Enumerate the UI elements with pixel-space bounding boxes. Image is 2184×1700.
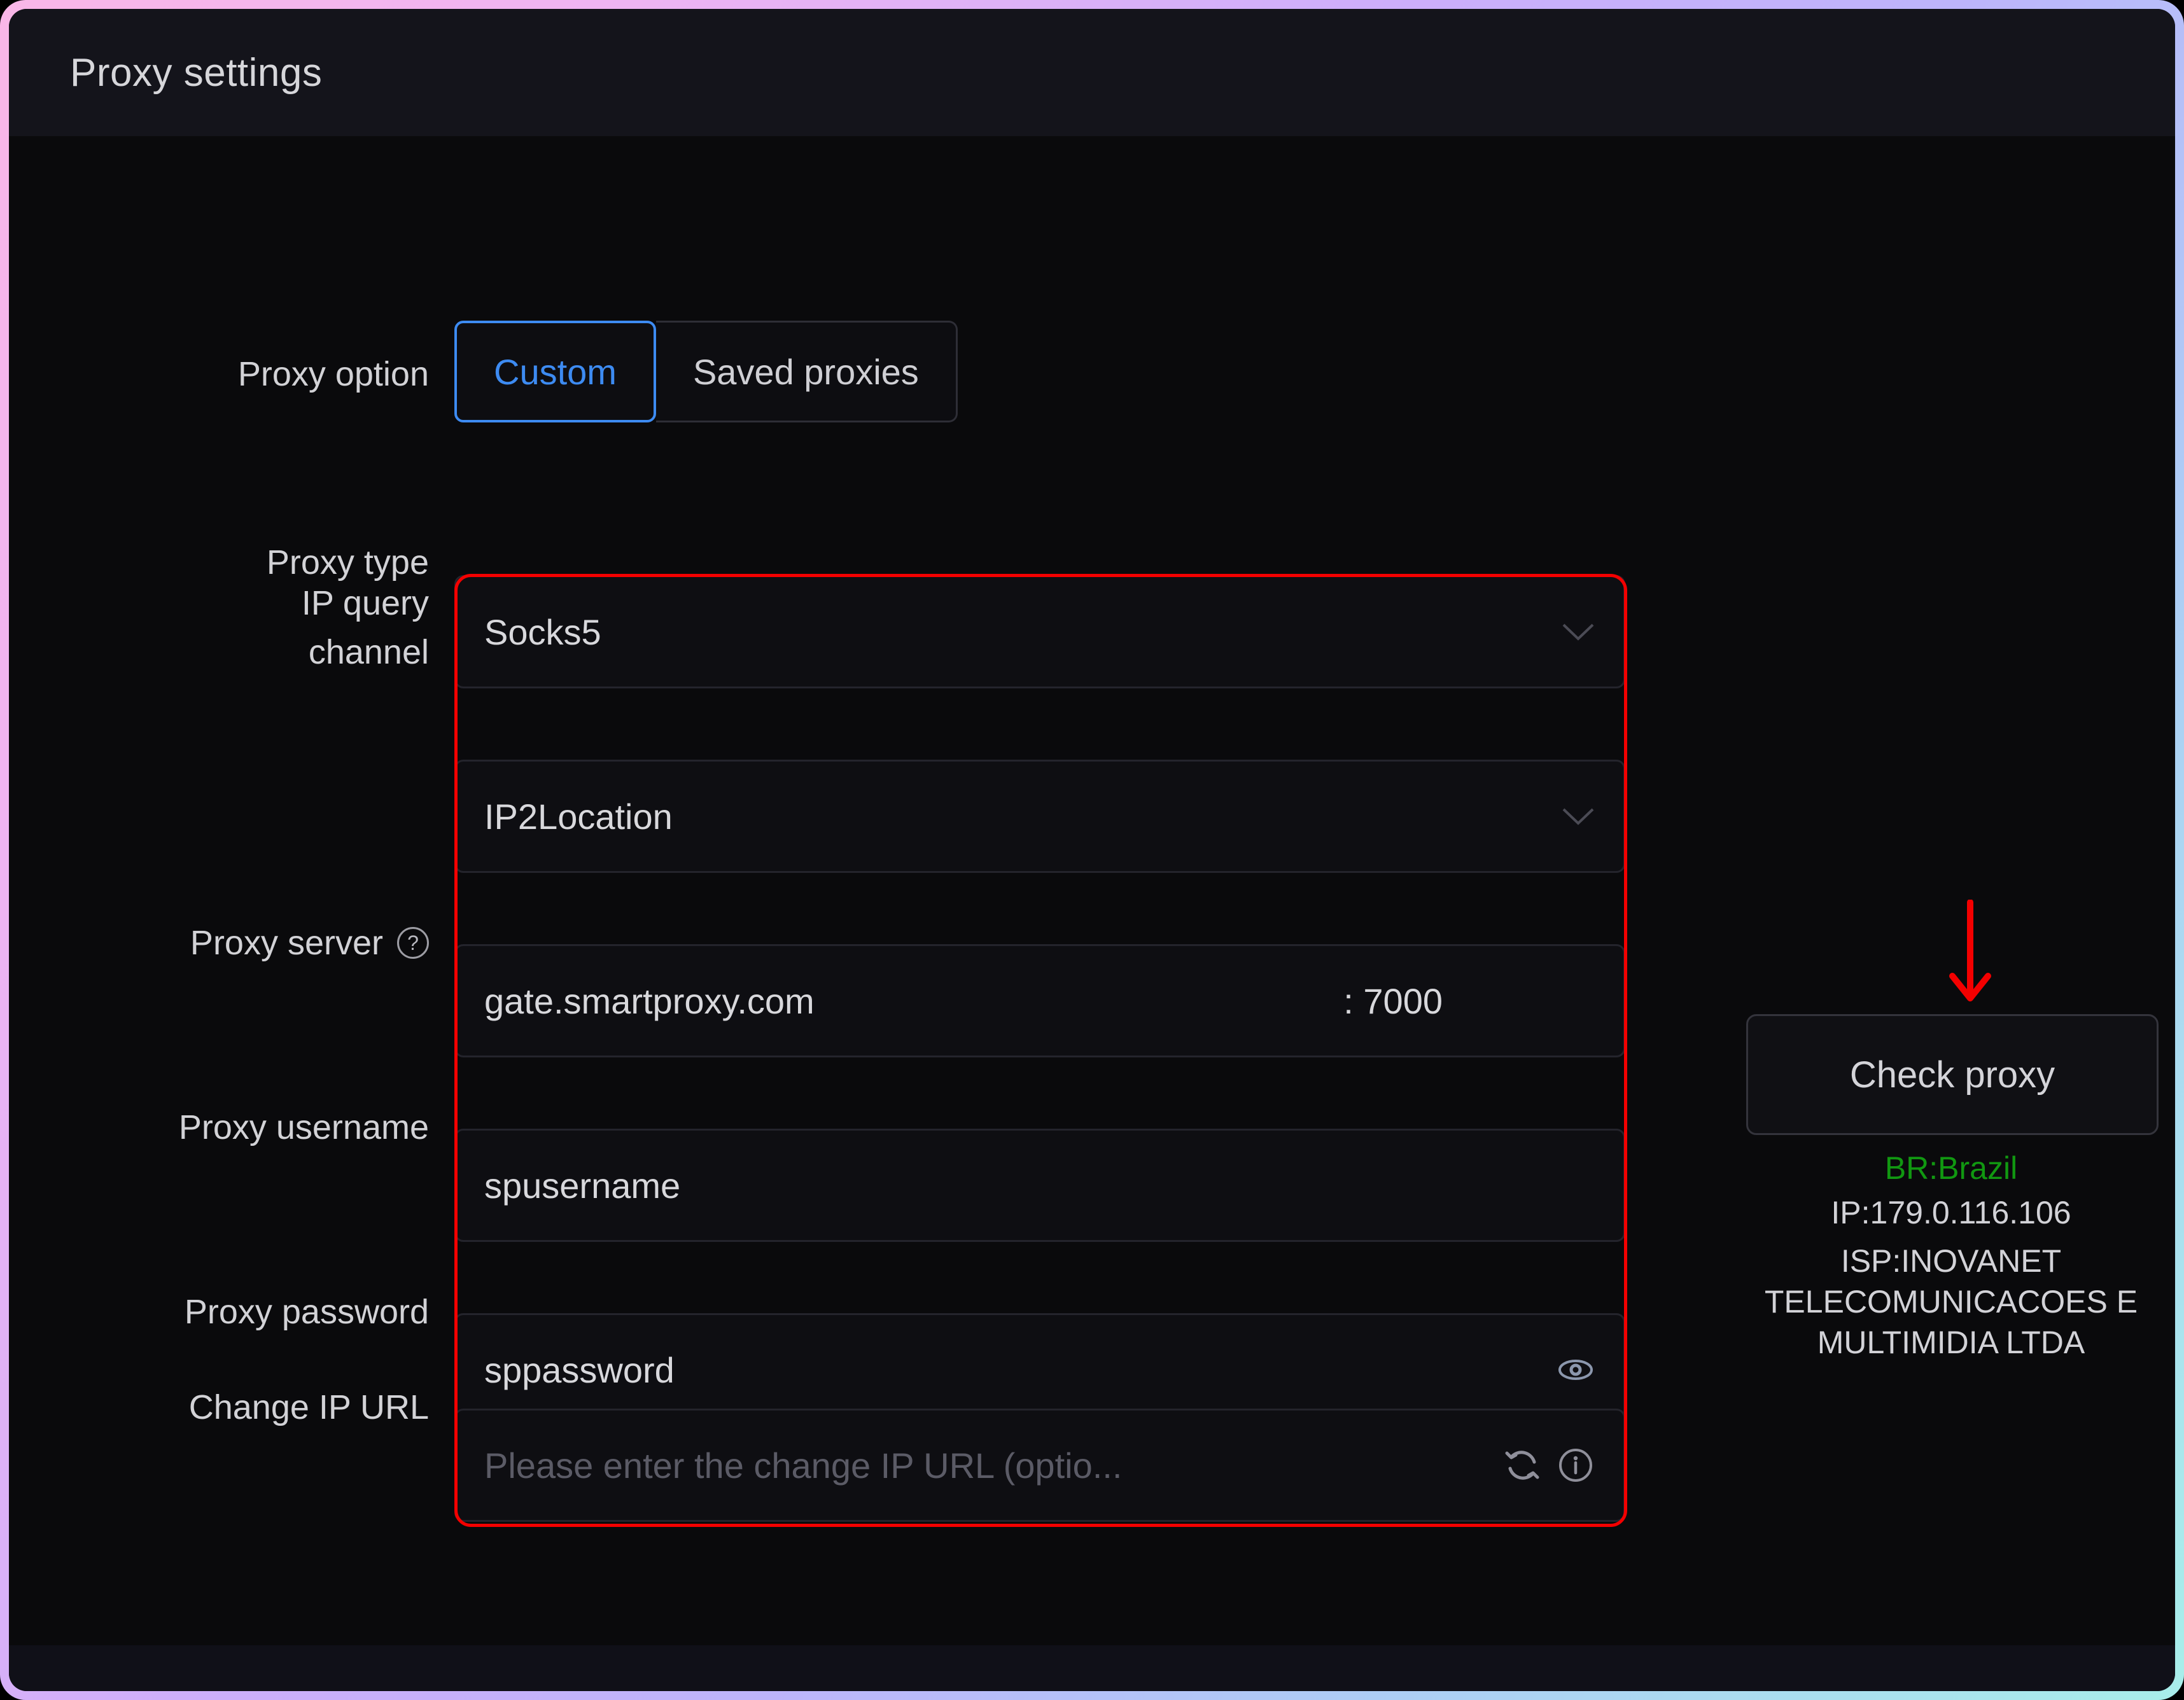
eye-icon[interactable] xyxy=(1556,1350,1595,1390)
proxy-server-host: gate.smartproxy.com xyxy=(484,980,1343,1022)
check-proxy-button[interactable]: Check proxy xyxy=(1746,1014,2159,1135)
change-ip-url-placeholder: Please enter the change IP URL (optio... xyxy=(484,1445,1502,1486)
label-proxy-password: Proxy password xyxy=(22,1288,429,1337)
label-ip-query-channel: IP query channel xyxy=(22,579,429,676)
chevron-down-icon xyxy=(1561,805,1595,827)
proxy-check-result: BR:Brazil IP:179.0.116.106 ISP:INOVANET … xyxy=(1709,1148,2175,1363)
settings-body: Proxy option Custom Saved proxies Proxy … xyxy=(9,136,2175,1645)
chevron-down-icon xyxy=(1561,621,1595,643)
label-change-ip-url: Change IP URL xyxy=(22,1383,429,1432)
label-proxy-option: Proxy option xyxy=(22,350,429,399)
label-proxy-server-text: Proxy server xyxy=(190,919,383,968)
ip-query-channel-select[interactable]: IP2Location xyxy=(454,760,1625,873)
result-isp: ISP:INOVANET TELECOMUNICACOES E MULTIMID… xyxy=(1709,1241,2175,1363)
proxy-settings-window: Proxy settings Proxy option Custom Saved… xyxy=(9,9,2175,1691)
tab-saved-proxies[interactable]: Saved proxies xyxy=(656,321,958,422)
proxy-password-value: sppassword xyxy=(484,1349,1556,1391)
proxy-server-input[interactable]: gate.smartproxy.com : 7000 xyxy=(454,944,1625,1057)
proxy-option-segmented-control[interactable]: Custom Saved proxies xyxy=(454,321,958,422)
result-country: BR:Brazil xyxy=(1709,1148,2175,1188)
down-arrow-annotation xyxy=(1945,900,1996,1008)
change-ip-url-input[interactable]: Please enter the change IP URL (optio... xyxy=(454,1409,1625,1522)
proxy-server-port: : 7000 xyxy=(1343,980,1595,1022)
info-icon[interactable] xyxy=(1556,1446,1595,1485)
tab-custom[interactable]: Custom xyxy=(454,321,656,422)
proxy-username-input[interactable]: spusername xyxy=(454,1129,1625,1242)
label-ip-query-channel-line2: channel xyxy=(22,628,429,677)
refresh-icon[interactable] xyxy=(1502,1446,1542,1485)
window-footer xyxy=(9,1645,2175,1691)
proxy-username-value: spusername xyxy=(484,1165,1595,1206)
question-mark-icon[interactable]: ? xyxy=(397,927,429,959)
window-titlebar: Proxy settings xyxy=(9,9,2175,136)
result-ip: IP:179.0.116.106 xyxy=(1709,1192,2175,1233)
window-gradient-frame: Proxy settings Proxy option Custom Saved… xyxy=(0,0,2184,1700)
page-title: Proxy settings xyxy=(70,50,322,95)
proxy-type-value: Socks5 xyxy=(484,611,1561,653)
ip-query-channel-value: IP2Location xyxy=(484,796,1561,837)
label-proxy-username: Proxy username xyxy=(22,1103,429,1152)
proxy-type-select[interactable]: Socks5 xyxy=(454,575,1625,688)
label-ip-query-channel-line1: IP query xyxy=(22,579,429,628)
label-proxy-server: Proxy server ? xyxy=(22,919,429,968)
